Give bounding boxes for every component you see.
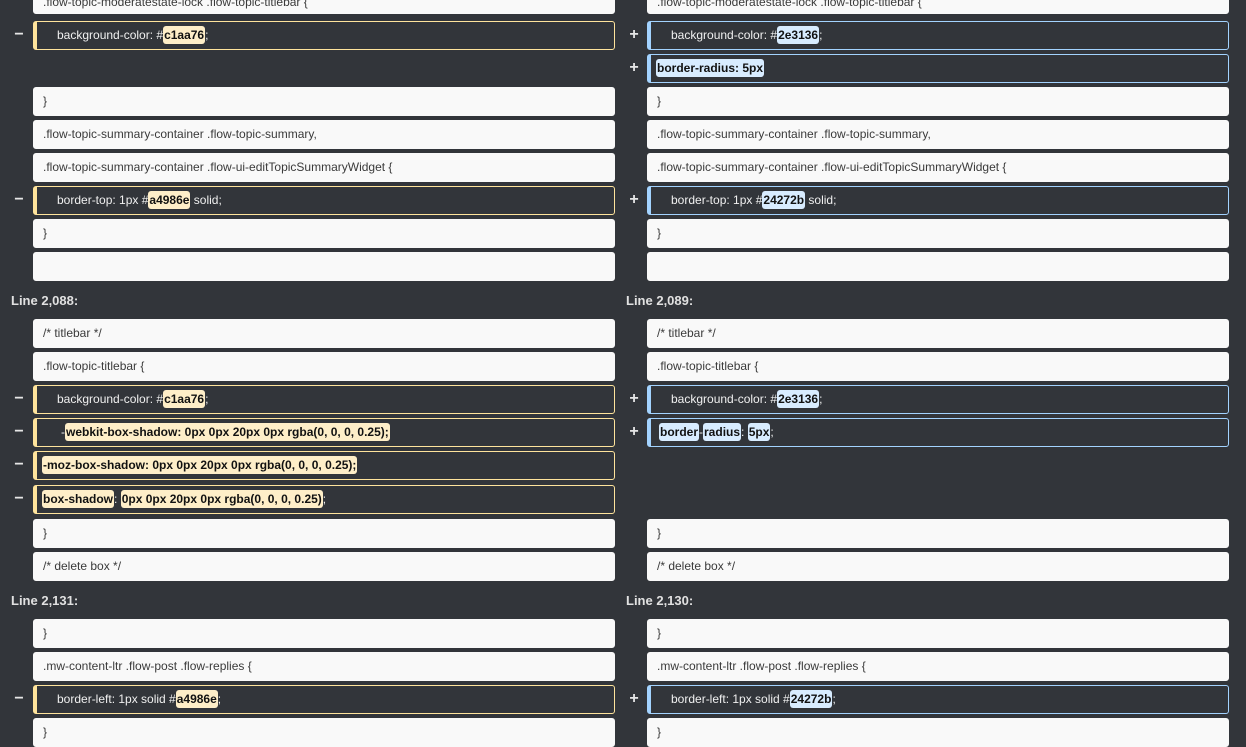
changed-token: c1aa76 [163,390,206,408]
changed-token: -moz-box-shadow: 0px 0px 20px 0px rgba(0… [42,456,358,474]
minus-marker: − [14,490,24,507]
diff-context-line: } [33,619,615,648]
diff-context-line [647,252,1229,281]
diff-context-line [33,252,615,281]
plus-marker: + [629,690,639,707]
code-text: background-color: # [671,392,778,406]
diff-deleted-line: border-top: 1px #a4986e solid; [33,186,615,215]
code-text: ; [322,492,327,506]
diff-context-line: .flow-topic-summary-container .flow-topi… [647,120,1229,149]
diff-context-line: } [33,519,615,548]
diff-context-line: .flow-topic-summary-container .flow-ui-e… [33,153,615,182]
diff-context-line: /* delete box */ [33,552,615,581]
diff-deleted-line: box-shadow: 0px 0px 20px 0px rgba(0, 0, … [33,485,615,514]
changed-token: border-radius: 5px [656,59,765,77]
minus-marker: − [14,26,24,43]
changed-token: c1aa76 [163,26,206,44]
code-text: ; [217,692,222,706]
diff-context-line: } [647,619,1229,648]
changed-token: box-shadow [42,490,115,508]
line-number-header-left: Line 2,131: [11,593,79,608]
code-text: border-left: 1px solid # [57,692,176,706]
diff-context-line: .flow-topic-titlebar { [33,352,615,381]
code-text: solid; [190,193,222,207]
changed-token: 24272b [762,191,806,209]
diff-context-line: .flow-topic-moderatestate-lock .flow-top… [33,0,615,14]
diff-context-line: .flow-topic-summary-container .flow-topi… [33,120,615,149]
minus-marker: − [14,456,24,473]
diff-deleted-line: -moz-box-shadow: 0px 0px 20px 0px rgba(0… [33,451,615,480]
diff-context-line: } [647,519,1229,548]
code-text: ; [770,425,774,439]
diff-added-line: border-radius: 5px; [647,418,1229,447]
diff-context-line: .mw-content-ltr .flow-post .flow-replies… [647,652,1229,681]
code-text: solid; [805,193,837,207]
diff-context-line: /* titlebar */ [647,319,1229,348]
code-text: border-top: 1px # [57,193,149,207]
diff-added-line: background-color: #2e3136; [647,385,1229,414]
diff-context-line: .flow-topic-summary-container .flow-ui-e… [647,153,1229,182]
changed-token: 5px [747,423,771,441]
diff-context-line: } [33,219,615,248]
minus-marker: − [14,690,24,707]
diff-context-line: .flow-topic-titlebar { [647,352,1229,381]
diff-context-line: } [33,87,615,116]
code-text: ; [205,28,209,42]
line-number-header-right: Line 2,089: [626,293,694,308]
code-text: background-color: # [671,28,778,42]
code-text: ; [205,392,209,406]
line-number-header-left: Line 2,088: [11,293,79,308]
code-text: : [114,492,121,506]
changed-token: radius [703,423,742,441]
diff-added-line: border-radius: 5px [647,54,1229,83]
diff-added-line: background-color: #2e3136; [647,21,1229,50]
minus-marker: − [14,191,24,208]
code-text: border-left: 1px solid # [671,692,790,706]
diff-added-line: border-left: 1px solid #24272b; [647,685,1229,714]
changed-token: 2e3136 [777,390,820,408]
diff-deleted-line: -webkit-box-shadow: 0px 0px 20px 0px rgb… [33,418,615,447]
code-text: background-color: # [57,392,164,406]
line-number-header-right: Line 2,130: [626,593,694,608]
changed-token: border [659,423,700,441]
code-text: ; [819,392,823,406]
changed-token: a4986e [175,690,218,708]
code-text: border-top: 1px # [671,193,763,207]
plus-marker: + [629,26,639,43]
changed-token: 2e3136 [777,26,820,44]
plus-marker: + [629,390,639,407]
code-text: : [741,425,748,439]
changed-token: 24272b [789,690,833,708]
diff-context-line: .mw-content-ltr .flow-post .flow-replies… [33,652,615,681]
diff-deleted-line: border-left: 1px solid #a4986e; [33,685,615,714]
diff-context-line: .flow-topic-moderatestate-lock .flow-top… [647,0,1229,14]
diff-context-line: } [647,718,1229,747]
minus-marker: − [14,423,24,440]
minus-marker: − [14,390,24,407]
plus-marker: + [629,191,639,208]
diff-added-line: border-top: 1px #24272b solid; [647,186,1229,215]
diff-deleted-line: background-color: #c1aa76; [33,385,615,414]
changed-token: webkit-box-shadow: 0px 0px 20px 0px rgba… [65,423,390,441]
changed-token: a4986e [148,191,191,209]
diff-context-line: /* delete box */ [647,552,1229,581]
plus-marker: + [629,423,639,440]
diff-context-line: } [33,718,615,747]
diff-context-line: } [647,87,1229,116]
plus-marker: + [629,59,639,76]
diff-context-line: } [647,219,1229,248]
code-text: ; [832,692,836,706]
code-text: background-color: # [57,28,164,42]
changed-token: 0px 0px 20px 0px rgba(0, 0, 0, 0.25) [120,490,323,508]
code-text: ; [819,28,823,42]
diff-context-line: /* titlebar */ [33,319,615,348]
diff-deleted-line: background-color: #c1aa76; [33,21,615,50]
